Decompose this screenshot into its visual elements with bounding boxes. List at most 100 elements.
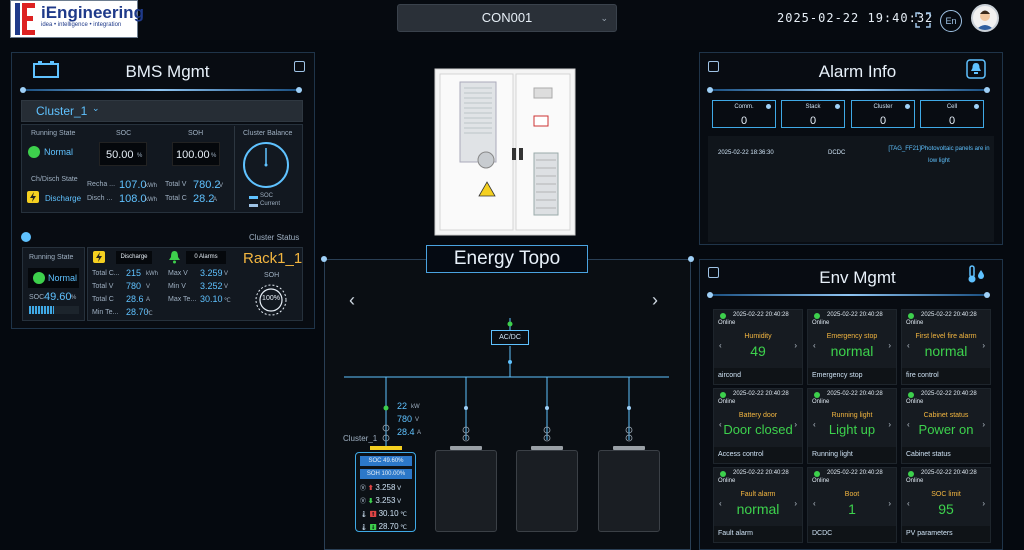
disch-value: 108.0 xyxy=(119,193,147,205)
bell-icon xyxy=(169,251,180,264)
env-card[interactable]: 2025-02-22 20:40:28 Online ‹ › Fault alarm no… xyxy=(713,467,803,543)
cluster-status-dot xyxy=(21,232,31,242)
container-select[interactable]: CON001 ⌄ xyxy=(397,4,617,32)
fullscreen-icon[interactable] xyxy=(913,10,933,30)
min-v-row: Ⓥ ⬇ 3.253 V xyxy=(360,496,401,505)
env-card-value: normal xyxy=(924,343,968,359)
min-v-value: 3.253 xyxy=(375,496,396,505)
alarm-card-cell[interactable]: Cell 0 xyxy=(920,100,984,128)
expand-icon[interactable] xyxy=(294,61,305,72)
alarm-card-dot xyxy=(905,104,910,109)
env-card-time: 2025-02-22 20:40:28 xyxy=(827,470,883,476)
env-card[interactable]: 2025-02-22 20:40:28 Online ‹ › SOC limit 95 PV… xyxy=(901,467,991,543)
env-card-time: 2025-02-22 20:40:28 xyxy=(921,470,977,476)
env-card-name: Battery door xyxy=(738,412,778,419)
line-dot xyxy=(20,87,26,93)
metric-value: 30.10 xyxy=(200,294,223,304)
env-card-status: Online xyxy=(906,320,924,326)
env-card-footer: aircond xyxy=(714,368,802,384)
logo: iEngineering idea • intelligence • integ… xyxy=(10,0,144,38)
alarm-card-value: 0 xyxy=(809,115,817,127)
alarm-time: 2025-02-22 18:36:30 xyxy=(718,150,774,156)
env-card-time: 2025-02-22 20:40:28 xyxy=(827,391,883,397)
env-card-value: 1 xyxy=(848,501,856,517)
env-card-status: Online xyxy=(906,478,924,484)
acdc-box: AC/DC xyxy=(491,330,529,345)
expand-icon[interactable] xyxy=(708,267,719,278)
alarm-card-cluster[interactable]: Cluster 0 xyxy=(851,100,915,128)
cluster-rack-card[interactable]: SOC 49.60% SOH 100.00% Ⓥ ⬆ 3.258 V Ⓥ ⬇ 3… xyxy=(355,452,416,532)
cluster-active-bar xyxy=(370,446,402,450)
env-card-time: 2025-02-22 20:40:28 xyxy=(921,312,977,318)
alarm-card-value: 0 xyxy=(740,115,748,127)
cluster-soh-bar: SOH 100.00% xyxy=(360,469,412,479)
env-card[interactable]: 2025-02-22 20:40:28 Online ‹ › Running light… xyxy=(807,388,897,464)
metric-unit: ℃ xyxy=(146,311,153,317)
env-card[interactable]: 2025-02-22 20:40:28 Online ‹ › Battery door D… xyxy=(713,388,803,464)
line-dot xyxy=(984,292,990,298)
metric-value: 3.252 xyxy=(200,281,223,291)
topo-power: 22 xyxy=(397,401,408,411)
topo-current: 28.4 xyxy=(397,427,415,437)
metric-label: Max V xyxy=(168,270,188,277)
soc-box: 50.00% xyxy=(99,142,147,166)
env-card-status: Online xyxy=(718,478,736,484)
rack-soc-fill xyxy=(29,306,54,314)
max-t-row: 🌡 ⬆ 30.10 ℃ xyxy=(360,509,407,518)
discharge-icon xyxy=(93,251,105,263)
cluster-select[interactable]: Cluster_1 ⌄ xyxy=(21,100,303,122)
legend-current: Current xyxy=(260,201,281,207)
env-card[interactable]: 2025-02-22 20:40:28 Online ‹ › Humidity 49 air… xyxy=(713,309,803,385)
env-card-footer: Running light xyxy=(808,447,896,463)
env-card-value: 49 xyxy=(750,343,766,359)
env-card-name: Running light xyxy=(831,412,873,419)
metric-unit: V xyxy=(146,284,151,290)
metric-unit: A xyxy=(146,297,151,303)
alarm-card-comm[interactable]: Comm. 0 xyxy=(712,100,776,128)
min-t-row: 🌡 ⬇ 28.70 ℃ xyxy=(360,522,407,531)
env-card-footer: Cabinet status xyxy=(902,447,990,463)
max-v-value: 3.258 xyxy=(375,483,396,492)
bms-title-underline xyxy=(23,89,298,91)
status-dot-icon xyxy=(28,146,40,158)
rack-alarms-badge: 0 Alarms xyxy=(186,251,226,264)
soh-label: SOH xyxy=(188,130,204,137)
alarm-device: DCDC xyxy=(828,150,846,156)
chevron-down-icon: ⌄ xyxy=(92,103,100,113)
empty-rack-slot[interactable] xyxy=(435,450,497,532)
topo-power-unit: kW xyxy=(411,404,420,410)
alarm-icon xyxy=(966,59,986,79)
env-card[interactable]: 2025-02-22 20:40:28 Online ‹ › First level f… xyxy=(901,309,991,385)
env-card-value: Power on xyxy=(918,422,974,437)
thermometer-icon: 🌡 xyxy=(360,512,368,518)
arrow-up-icon: ⬆ xyxy=(367,486,374,492)
running-state-value: Normal xyxy=(44,147,74,157)
rack-soc-unit: % xyxy=(71,295,77,301)
empty-rack-slot[interactable] xyxy=(516,450,578,532)
soc-value: 50.00 xyxy=(106,149,134,161)
env-card[interactable]: 2025-02-22 20:40:28 Online ‹ › Emergency sto… xyxy=(807,309,897,385)
alarm-card-dot xyxy=(766,104,771,109)
alarm-row[interactable]: 2025-02-22 18:36:30 DCDC [TAG_FF21]Photo… xyxy=(708,141,994,171)
expand-icon[interactable] xyxy=(708,61,719,72)
cluster-balance-gauge xyxy=(243,142,289,188)
avatar[interactable] xyxy=(971,4,999,32)
env-card-footer: Emergency stop xyxy=(808,368,896,384)
rack-running-state-value: Normal xyxy=(48,273,78,283)
env-card[interactable]: 2025-02-22 20:40:28 Online ‹ › Cabinet statu… xyxy=(901,388,991,464)
battery-icon xyxy=(33,61,59,78)
alarm-card-stack[interactable]: Stack 0 xyxy=(781,100,845,128)
metric-label: Min V xyxy=(168,283,186,290)
container-select-value: CON001 xyxy=(481,10,533,25)
soc-label: SOC xyxy=(116,130,132,137)
empty-rack-slot[interactable] xyxy=(598,450,660,532)
alarm-card-dot xyxy=(835,104,840,109)
env-card[interactable]: 2025-02-22 20:40:28 Online ‹ › Boot 1 DCDC xyxy=(807,467,897,543)
chdisch-label: Ch/Disch State xyxy=(31,176,78,183)
rack-discharge-badge: Discharge xyxy=(116,251,152,264)
language-icon[interactable]: En xyxy=(940,10,962,32)
alarm-card-dot xyxy=(974,104,979,109)
rack-soc-bar xyxy=(29,306,79,314)
env-card-status: Online xyxy=(718,320,736,326)
topo-title: Energy Topo xyxy=(426,245,588,273)
